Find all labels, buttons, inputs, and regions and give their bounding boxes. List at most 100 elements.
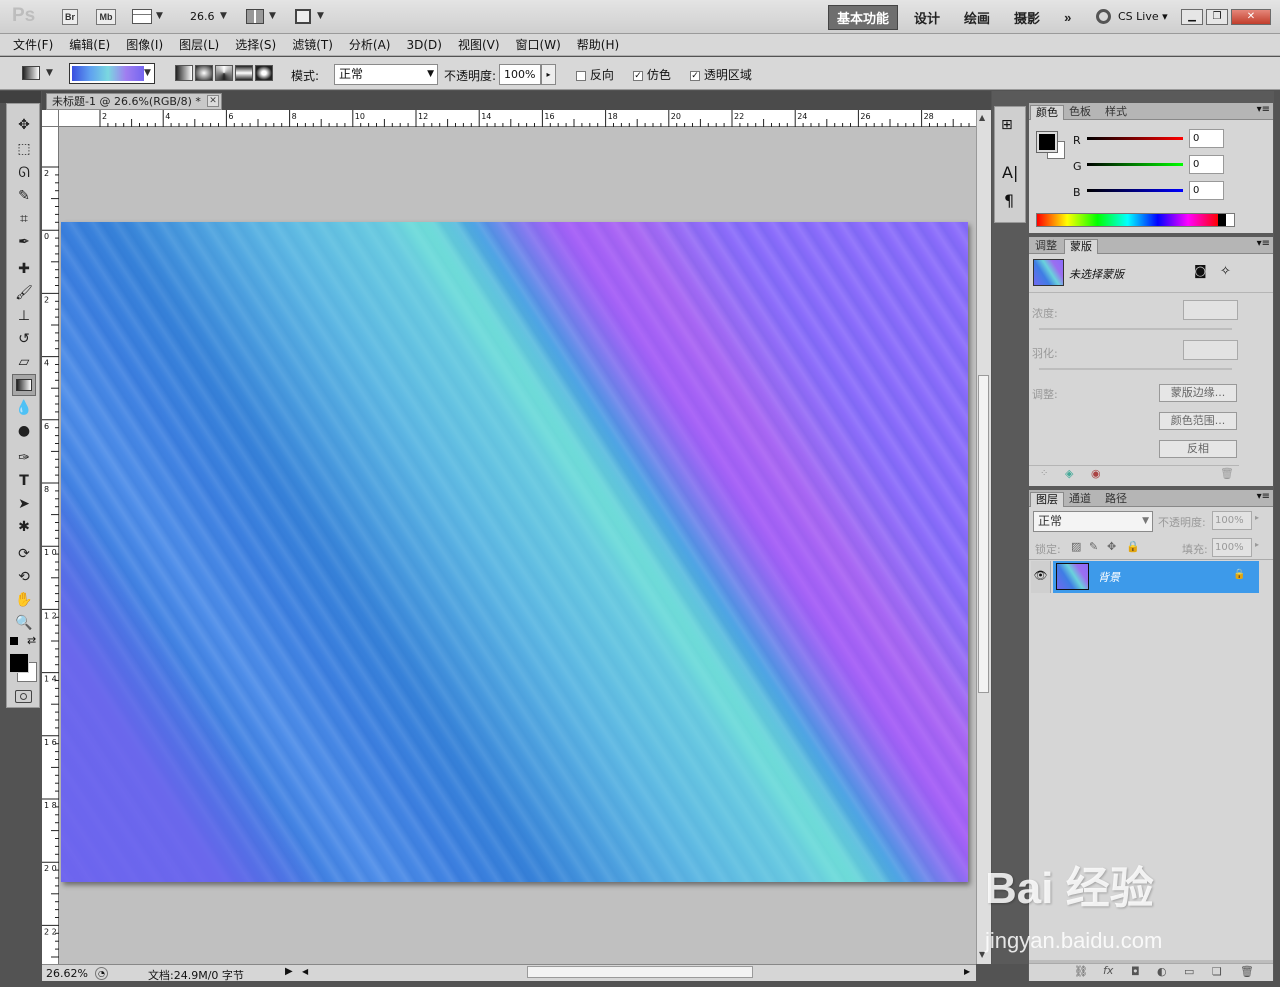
angle-gradient-icon[interactable] xyxy=(215,65,233,81)
layer-visibility-icon[interactable]: 👁 xyxy=(1031,561,1051,593)
cs-live-icon[interactable] xyxy=(1096,9,1111,24)
brush-tool-icon[interactable]: 🖌 xyxy=(12,282,36,304)
quick-selection-tool-icon[interactable]: ✎ xyxy=(12,185,36,207)
foreground-color-swatch[interactable] xyxy=(9,653,29,673)
menu-view[interactable]: 视图(V) xyxy=(458,36,500,53)
close-document-icon[interactable]: ✕ xyxy=(207,95,219,107)
path-selection-tool-icon[interactable]: ➤ xyxy=(12,493,36,515)
gradient-picker[interactable] xyxy=(69,63,155,84)
menu-layer[interactable]: 图层(L) xyxy=(179,36,219,53)
reflected-gradient-icon[interactable] xyxy=(235,65,253,81)
opacity-slider-arrow-icon[interactable]: ▸ xyxy=(541,64,556,85)
radial-gradient-icon[interactable] xyxy=(195,65,213,81)
layer-style-icon[interactable]: fx xyxy=(1103,964,1113,977)
scroll-left-icon[interactable]: ◀ xyxy=(302,967,308,976)
layer-name[interactable]: 背景 xyxy=(1098,569,1120,585)
quick-mask-icon[interactable] xyxy=(15,690,32,703)
menu-select[interactable]: 选择(S) xyxy=(235,36,276,53)
panel-menu-icon[interactable]: ▾≡ xyxy=(1257,491,1270,502)
reverse-option[interactable]: 反向 xyxy=(576,66,614,83)
clone-source-icon[interactable]: ⊞ xyxy=(1001,117,1013,133)
gradient-tool-icon[interactable] xyxy=(12,374,36,396)
color-spectrum-bar[interactable] xyxy=(1036,213,1235,227)
transparency-option[interactable]: ✓ 透明区域 xyxy=(690,66,752,83)
zoom-status[interactable]: 26.62% xyxy=(46,967,88,980)
crop-tool-icon[interactable]: ⌗ xyxy=(12,208,36,230)
chevron-down-icon[interactable]: ▼ xyxy=(317,11,324,21)
close-button[interactable]: ✕ xyxy=(1231,9,1271,25)
vector-mask-icon[interactable]: ✧ xyxy=(1220,264,1231,279)
lasso-tool-icon[interactable]: ᘏ xyxy=(12,162,36,184)
tab-masks[interactable]: 蒙版 xyxy=(1064,239,1098,254)
dither-checkbox[interactable]: ✓ xyxy=(633,70,643,81)
lock-all-icon[interactable]: 🔒 xyxy=(1126,540,1140,553)
vertical-scroll-thumb[interactable] xyxy=(978,375,989,693)
blue-slider[interactable] xyxy=(1087,189,1183,192)
status-settings-icon[interactable]: ◔ xyxy=(95,967,108,980)
3d-orbit-tool-icon[interactable]: ⟲ xyxy=(12,566,36,588)
type-tool-icon[interactable]: T xyxy=(12,470,36,492)
menu-analysis[interactable]: 分析(A) xyxy=(349,36,391,53)
minibridge-button[interactable]: Mb xyxy=(96,9,116,25)
workspace-essentials[interactable]: 基本功能 xyxy=(828,4,899,30)
blend-mode-select[interactable]: 正常 ▼ xyxy=(1033,511,1153,532)
lock-position-icon[interactable]: ✥ xyxy=(1107,540,1116,553)
green-value-input[interactable]: 0 xyxy=(1189,155,1224,174)
green-slider[interactable] xyxy=(1087,163,1183,166)
swap-colors-icon[interactable]: ⇄ xyxy=(27,634,36,647)
chevron-down-icon[interactable]: ▼ xyxy=(144,68,151,78)
density-input[interactable] xyxy=(1183,300,1238,320)
lock-transparent-icon[interactable]: ▨ xyxy=(1071,540,1081,553)
panel-menu-icon[interactable]: ▾≡ xyxy=(1257,238,1270,249)
screen-mode-icon[interactable] xyxy=(295,9,311,24)
ruler-origin[interactable] xyxy=(42,110,59,127)
arrange-documents-icon[interactable] xyxy=(246,9,264,24)
blue-value-input[interactable]: 0 xyxy=(1189,181,1224,200)
delete-layer-icon[interactable]: 🗑 xyxy=(1240,965,1254,978)
disable-mask-icon[interactable]: ◉ xyxy=(1091,467,1101,480)
healing-brush-tool-icon[interactable]: ✚ xyxy=(12,258,36,280)
menu-filter[interactable]: 滤镜(T) xyxy=(292,36,333,53)
bridge-button[interactable]: Br xyxy=(62,9,78,25)
tab-swatches[interactable]: 色板 xyxy=(1064,105,1096,120)
clone-stamp-tool-icon[interactable]: ⊥ xyxy=(12,305,36,327)
minimize-button[interactable]: ▁ xyxy=(1181,9,1203,25)
adjustment-layer-icon[interactable]: ◐ xyxy=(1157,965,1167,978)
chevron-down-icon[interactable]: ▼ xyxy=(220,11,227,21)
menu-edit[interactable]: 编辑(E) xyxy=(69,36,110,53)
restore-button[interactable]: ❐ xyxy=(1206,9,1228,25)
toolbox-header[interactable] xyxy=(0,91,41,103)
menu-3d[interactable]: 3D(D) xyxy=(406,38,441,52)
default-colors-icon[interactable] xyxy=(10,637,18,645)
zoom-tool-icon[interactable]: 🔍 xyxy=(12,612,36,634)
tab-adjustments[interactable]: 调整 xyxy=(1030,239,1062,254)
layer-opacity-input[interactable]: 100% xyxy=(1212,511,1252,530)
tool-preset-gradient-icon[interactable] xyxy=(22,66,40,80)
feather-slider[interactable] xyxy=(1039,368,1232,370)
new-layer-icon[interactable]: ❏ xyxy=(1212,965,1222,978)
character-panel-icon[interactable]: A| xyxy=(1002,163,1018,182)
menu-image[interactable]: 图像(I) xyxy=(126,36,163,53)
dodge-tool-icon[interactable]: ● xyxy=(12,420,36,442)
scroll-up-icon[interactable]: ▲ xyxy=(979,113,985,122)
density-slider[interactable] xyxy=(1039,328,1232,330)
cs-live-menu[interactable]: CS Live ▾ xyxy=(1118,10,1168,23)
chevron-down-icon[interactable]: ▼ xyxy=(46,68,53,78)
menu-help[interactable]: 帮助(H) xyxy=(577,36,619,53)
delete-mask-icon[interactable]: 🗑 xyxy=(1220,467,1234,480)
link-layers-icon[interactable]: ⛓ xyxy=(1074,965,1088,978)
eraser-tool-icon[interactable]: ▱ xyxy=(12,351,36,373)
tab-paths[interactable]: 路径 xyxy=(1100,492,1132,507)
fill-arrow-icon[interactable]: ▸ xyxy=(1255,540,1259,549)
blur-tool-icon[interactable]: 💧 xyxy=(12,397,36,419)
tab-layers[interactable]: 图层 xyxy=(1030,492,1064,507)
mode-select[interactable]: 正常 ▼ xyxy=(334,64,438,85)
tab-styles[interactable]: 样式 xyxy=(1100,105,1132,120)
shape-tool-icon[interactable]: ✱ xyxy=(12,516,36,538)
eyedropper-tool-icon[interactable]: ✒ xyxy=(12,231,36,253)
transparency-checkbox[interactable]: ✓ xyxy=(690,70,700,81)
layer-row[interactable]: 👁 背景 🔒 xyxy=(1029,561,1273,593)
feather-input[interactable] xyxy=(1183,340,1238,360)
load-selection-icon[interactable]: ⁘ xyxy=(1040,468,1048,479)
document-tab[interactable]: 未标题-1 @ 26.6%(RGB/8) * xyxy=(46,93,222,110)
